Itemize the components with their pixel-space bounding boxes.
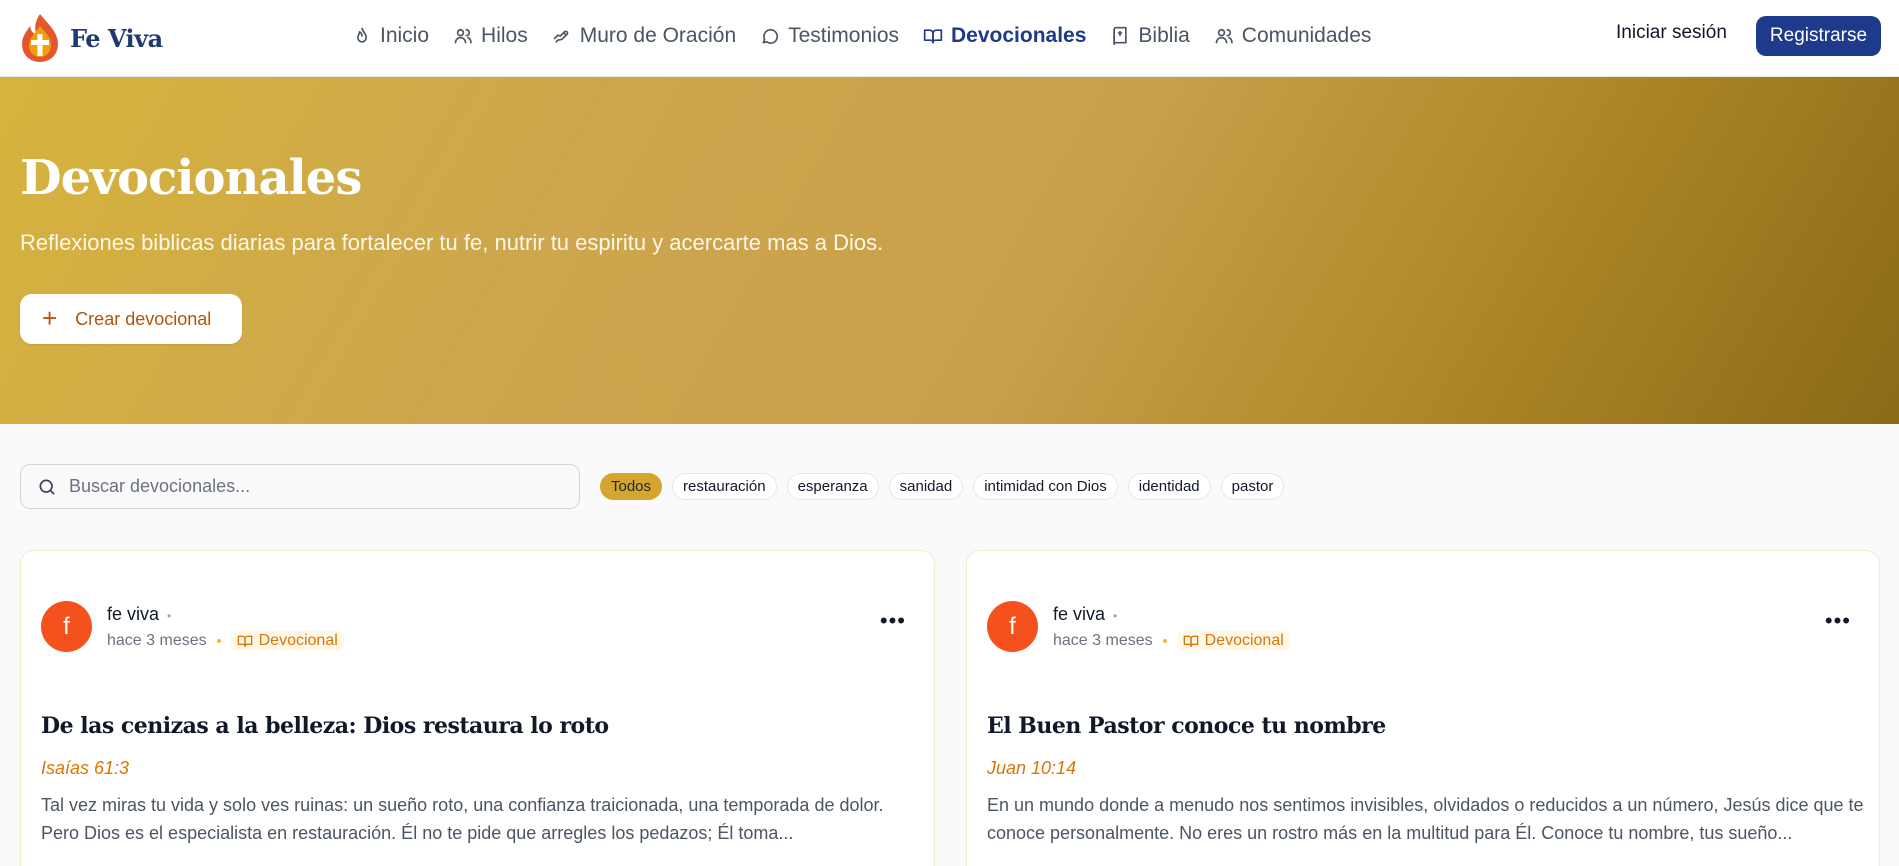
post-meta: hace 3 meses Devocional <box>1053 631 1290 651</box>
page-subtitle: Reflexiones biblicas diarias para fortal… <box>20 230 884 255</box>
nav-item-biblia[interactable]: Biblia <box>1110 24 1190 48</box>
nav-label: Inicio <box>380 24 430 47</box>
hero-banner: Devocionales Reflexiones biblicas diaria… <box>0 77 1899 424</box>
author-name[interactable]: fe viva • <box>107 604 171 625</box>
hand-icon <box>553 30 569 43</box>
post-time: hace 3 meses <box>1053 632 1153 649</box>
flame-icon <box>357 27 367 43</box>
nav-item-comunidades[interactable]: Comunidades <box>1214 24 1372 48</box>
filter-chip-pastor[interactable]: pastor <box>1220 473 1285 500</box>
scripture-reference: Juan 10:14 <box>987 758 1077 778</box>
separator-dot: • <box>167 609 172 623</box>
nav-label: Hilos <box>481 24 528 47</box>
scripture-reference: Isaías 61:3 <box>41 758 130 778</box>
devotional-title[interactable]: De las cenizas a la belleza: Dios restau… <box>41 713 609 739</box>
filter-chip-restauracion[interactable]: restauración <box>672 473 777 500</box>
devotional-card[interactable]: f fe viva • hace 3 meses Devocional ••• E… <box>966 550 1880 866</box>
more-options-icon[interactable]: ••• <box>880 610 906 632</box>
book-open-icon <box>237 635 252 647</box>
filter-chip-intimidad-con-dios[interactable]: intimidad con Dios <box>973 473 1118 500</box>
nav-label: Biblia <box>1138 24 1190 47</box>
register-button[interactable]: Registrarse <box>1756 16 1881 56</box>
author-name-text: fe viva <box>1053 604 1106 624</box>
category-label: Devocional <box>258 632 338 649</box>
devotional-excerpt: En un mundo donde a menudo nos sentimos … <box>987 795 1864 843</box>
page-title: Devocionales <box>20 150 362 206</box>
brand-name: Fe Viva <box>70 23 163 53</box>
nav-item-devocionales[interactable]: Devocionales <box>923 24 1086 48</box>
author-name[interactable]: fe viva • <box>1053 604 1117 625</box>
filter-chip-sanidad[interactable]: sanidad <box>888 473 964 500</box>
search-input[interactable] <box>69 476 549 497</box>
filter-chip-todos[interactable]: Todos <box>600 473 663 500</box>
create-devotional-label: Crear devocional <box>75 308 212 329</box>
community-icon <box>1215 28 1233 44</box>
separator-dot: • <box>1113 609 1118 623</box>
more-options-icon[interactable]: ••• <box>1825 610 1851 632</box>
main-nav: Inicio Hilos Muro de Oración Testimonios… <box>352 0 1371 72</box>
devotional-card[interactable]: f fe viva • hace 3 meses Devocional ••• D… <box>20 550 935 866</box>
book-open-icon <box>923 29 943 44</box>
create-devotional-button[interactable]: + Crear devocional <box>20 294 242 344</box>
flame-cross-logo-icon <box>22 14 58 62</box>
author-name-text: fe viva <box>107 604 160 624</box>
category-badge: Devocional <box>1176 631 1290 651</box>
nav-item-muro-de-oracion[interactable]: Muro de Oración <box>552 24 736 48</box>
nav-item-inicio[interactable]: Inicio <box>352 24 429 48</box>
nav-item-hilos[interactable]: Hilos <box>453 24 528 48</box>
bible-icon <box>1113 26 1128 46</box>
post-meta: hace 3 meses Devocional <box>107 631 344 651</box>
devotional-excerpt: Tal vez miras tu vida y solo ves ruinas:… <box>41 795 884 843</box>
category-label: Devocional <box>1204 632 1284 649</box>
book-open-icon <box>1183 635 1198 647</box>
plus-icon: + <box>42 302 58 333</box>
top-nav-bar: Fe Viva Inicio Hilos Muro de Oración Tes… <box>0 0 1899 77</box>
brand-logo[interactable]: Fe Viva <box>18 10 163 66</box>
meta-separator <box>216 639 221 643</box>
filter-chip-identidad[interactable]: identidad <box>1127 473 1211 500</box>
nav-label: Devocionales <box>951 24 1087 47</box>
post-time: hace 3 meses <box>107 632 207 649</box>
tag-filter-list: Todos restauración esperanza sanidad int… <box>600 473 1285 500</box>
nav-item-testimonios[interactable]: Testimonios <box>760 24 899 48</box>
category-badge: Devocional <box>230 631 344 651</box>
search-box <box>20 464 580 509</box>
filter-chip-esperanza[interactable]: esperanza <box>786 473 879 500</box>
login-link[interactable]: Iniciar sesión <box>1616 22 1727 44</box>
devotional-title[interactable]: El Buen Pastor conoce tu nombre <box>987 713 1386 739</box>
meta-separator <box>1162 639 1167 643</box>
nav-label: Muro de Oración <box>579 24 737 47</box>
nav-label: Comunidades <box>1241 24 1372 47</box>
nav-label: Testimonios <box>788 24 900 47</box>
avatar[interactable]: f <box>987 601 1038 652</box>
search-icon <box>39 479 55 494</box>
message-icon <box>762 28 779 44</box>
avatar[interactable]: f <box>41 601 92 652</box>
users-icon <box>454 28 472 44</box>
